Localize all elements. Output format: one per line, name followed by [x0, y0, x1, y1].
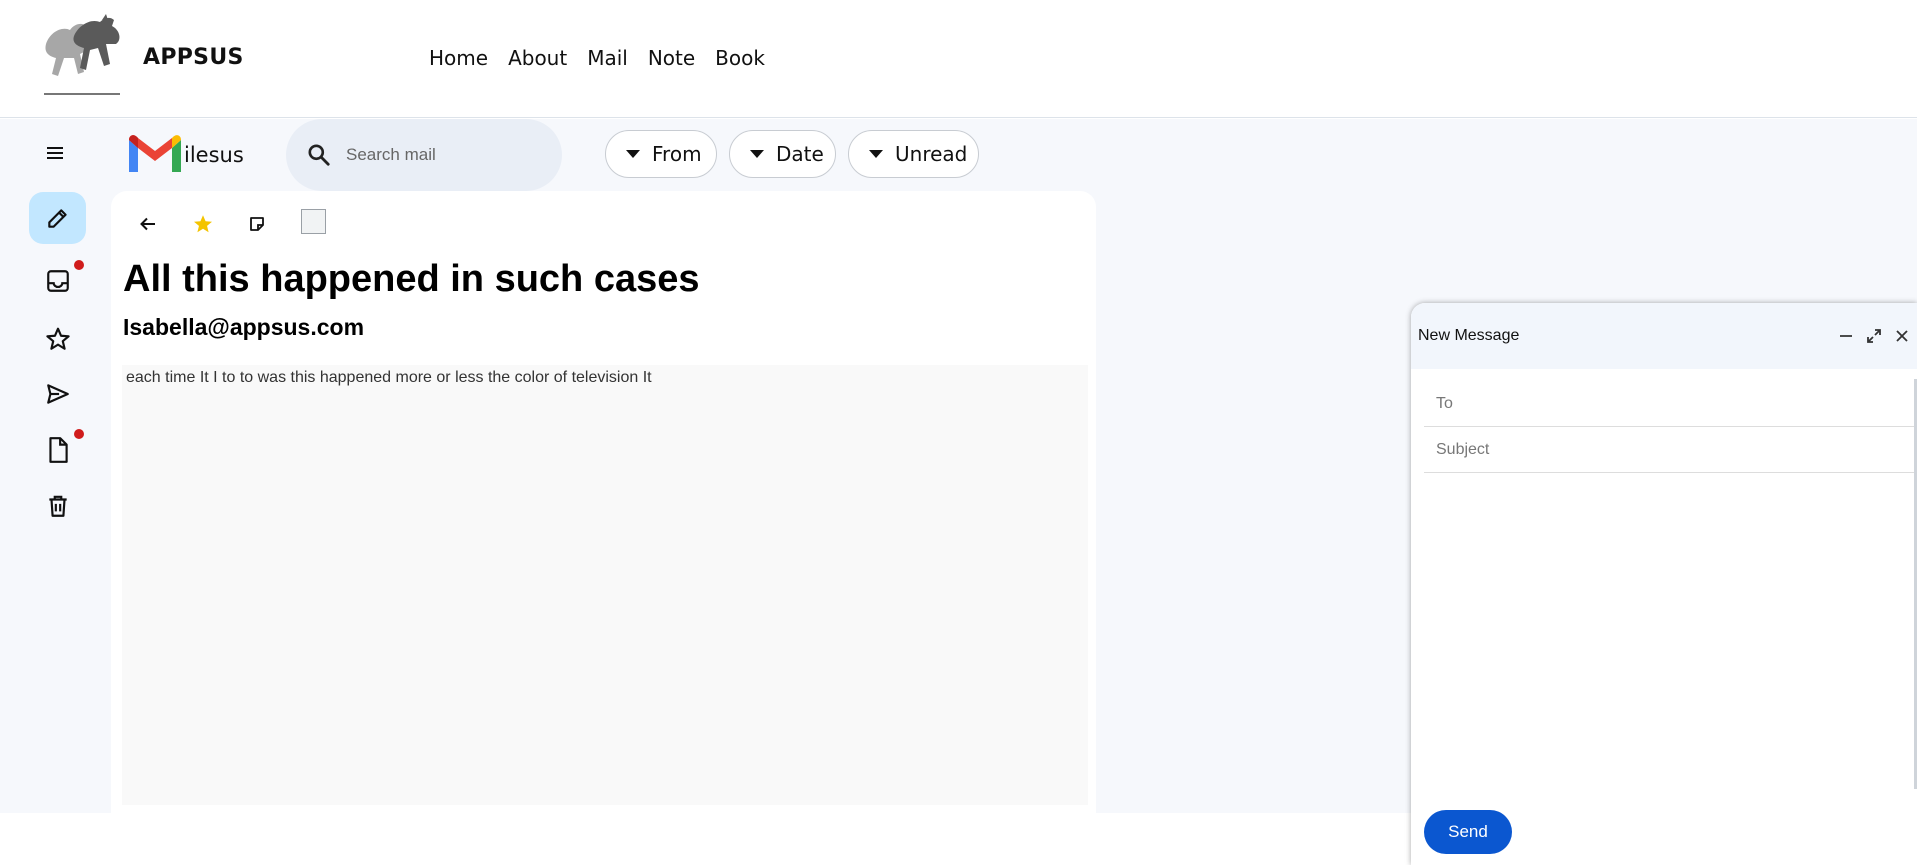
gmail-logo-icon	[129, 135, 181, 172]
minimize-icon	[1840, 335, 1852, 337]
file-icon	[48, 437, 68, 463]
compose-button[interactable]	[29, 192, 86, 244]
filter-from[interactable]: From	[605, 130, 717, 178]
filter-date[interactable]: Date	[729, 130, 836, 178]
nav-book[interactable]: Book	[715, 46, 765, 70]
trash-icon	[48, 495, 67, 517]
subject-field[interactable]	[1424, 427, 1917, 473]
close-icon	[1896, 330, 1908, 342]
to-field[interactable]	[1424, 381, 1917, 427]
nav-home[interactable]: Home	[429, 46, 488, 70]
search-box[interactable]	[286, 119, 562, 191]
drafts-button[interactable]	[29, 424, 86, 476]
nav-about[interactable]: About	[508, 46, 567, 70]
star-filled-icon	[194, 215, 212, 233]
note-icon	[250, 217, 264, 231]
send-icon	[46, 384, 69, 404]
expand-button[interactable]	[1863, 325, 1885, 347]
broken-image-icon[interactable]	[301, 209, 326, 234]
drafts-unread-dot	[74, 429, 84, 439]
caret-down-icon	[750, 150, 764, 158]
expand-icon	[1867, 329, 1881, 343]
inbox-unread-dot	[74, 260, 84, 270]
save-as-note-button[interactable]	[243, 210, 271, 238]
filter-from-label: From	[652, 142, 702, 166]
inbox-button[interactable]	[29, 255, 86, 307]
logo-underline	[44, 93, 120, 95]
mail-logo-text: ilesus	[184, 143, 244, 167]
top-nav: Home About Mail Note Book	[429, 46, 785, 70]
sent-button[interactable]	[29, 368, 86, 420]
pencil-icon	[47, 209, 67, 228]
filter-date-label: Date	[776, 142, 824, 166]
app-header: APPSUS Home About Mail Note Book	[0, 0, 1917, 118]
compose-header: New Message	[1411, 303, 1917, 369]
back-button[interactable]	[134, 210, 162, 238]
filter-unread-label: Unread	[895, 142, 968, 166]
filter-unread[interactable]: Unread	[848, 130, 979, 178]
horse-logo-icon	[45, 14, 120, 76]
nav-mail[interactable]: Mail	[587, 46, 628, 70]
trash-button[interactable]	[29, 480, 86, 532]
mail-sender: Isabella@appsus.com	[123, 314, 365, 340]
search-icon[interactable]	[306, 142, 332, 168]
hamburger-icon[interactable]	[40, 135, 70, 171]
compose-window: New Message Send	[1411, 303, 1917, 865]
brand-name: APPSUS	[143, 45, 244, 70]
minimize-button[interactable]	[1835, 325, 1857, 347]
arrow-left-icon	[140, 217, 155, 231]
caret-down-icon	[869, 150, 883, 158]
star-toggle-button[interactable]	[189, 210, 217, 238]
inbox-icon	[46, 270, 69, 292]
caret-down-icon	[626, 150, 640, 158]
starred-button[interactable]	[29, 313, 86, 365]
mail-body: each time It I to to was this happened m…	[122, 365, 1088, 805]
close-button[interactable]	[1891, 325, 1913, 347]
send-button[interactable]: Send	[1424, 810, 1512, 854]
mail-subject: All this happened in such cases	[123, 258, 700, 300]
compose-title: New Message	[1418, 327, 1520, 344]
star-icon	[45, 327, 70, 350]
search-input[interactable]	[346, 145, 546, 165]
nav-note[interactable]: Note	[648, 46, 695, 70]
